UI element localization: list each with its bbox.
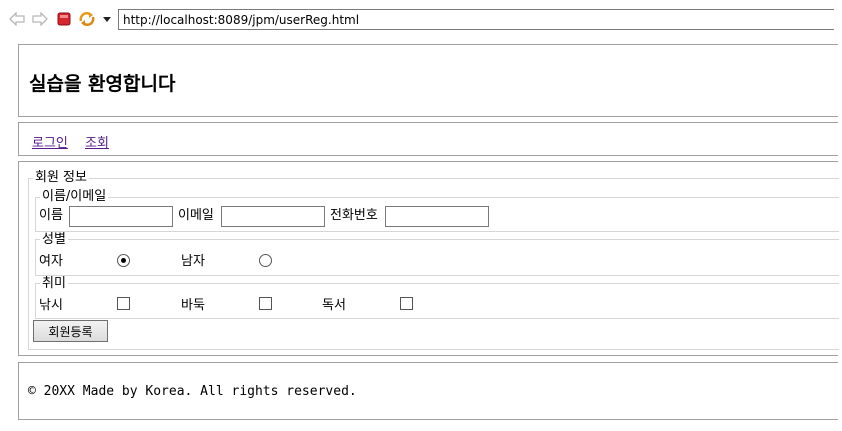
back-arrow-icon[interactable]: [8, 10, 26, 28]
phone-label: 전화번호: [330, 208, 378, 223]
nav-bar: 로그인 조회: [18, 122, 838, 156]
gender-radio-female[interactable]: [117, 254, 130, 267]
hobby-reading-label: 독서: [322, 298, 346, 313]
dropdown-arrow-icon[interactable]: [98, 10, 116, 28]
browser-toolbar: [0, 0, 842, 38]
gender-radio-male[interactable]: [259, 254, 272, 267]
phone-input[interactable]: [385, 206, 489, 227]
email-input[interactable]: [221, 206, 325, 227]
gender-fieldset: [35, 239, 839, 276]
hobby-reading-checkbox[interactable]: [400, 297, 413, 310]
page-title: 실습을 환영합니다: [29, 73, 176, 95]
member-info-legend: 회원 정보: [33, 170, 89, 185]
stop-icon[interactable]: [55, 10, 73, 28]
page-header: 실습을 환영합니다: [18, 44, 838, 117]
main-section: 회원 정보 이름/이메일 이름 이메일 전화번호 성별 여자 남자 취미 낚시 …: [18, 161, 839, 356]
gender-option-female-label: 여자: [39, 254, 63, 269]
address-bar-input[interactable]: [118, 9, 834, 30]
footer-copyright: © 20XX Made by Korea. All rights reserve…: [28, 384, 357, 399]
hobby-fishing-label: 낚시: [39, 298, 63, 313]
email-label: 이메일: [178, 208, 214, 223]
hobby-fishing-checkbox[interactable]: [117, 297, 130, 310]
hobby-legend: 취미: [40, 276, 68, 291]
forward-arrow-icon[interactable]: [31, 10, 49, 28]
name-email-legend: 이름/이메일: [40, 189, 109, 204]
hobby-baduk-checkbox[interactable]: [259, 297, 272, 310]
name-label: 이름: [39, 208, 63, 223]
page-footer: © 20XX Made by Korea. All rights reserve…: [18, 362, 838, 420]
hobby-fieldset: [35, 283, 839, 319]
gender-legend: 성별: [40, 232, 68, 247]
gender-option-male-label: 남자: [181, 254, 205, 269]
search-link[interactable]: 조회: [85, 132, 109, 151]
name-input[interactable]: [69, 206, 173, 227]
radio-selected-dot: [121, 258, 126, 263]
refresh-icon[interactable]: [78, 10, 96, 28]
hobby-baduk-label: 바둑: [181, 298, 205, 313]
register-button[interactable]: 회원등록: [33, 320, 108, 342]
login-link[interactable]: 로그인: [32, 132, 68, 151]
